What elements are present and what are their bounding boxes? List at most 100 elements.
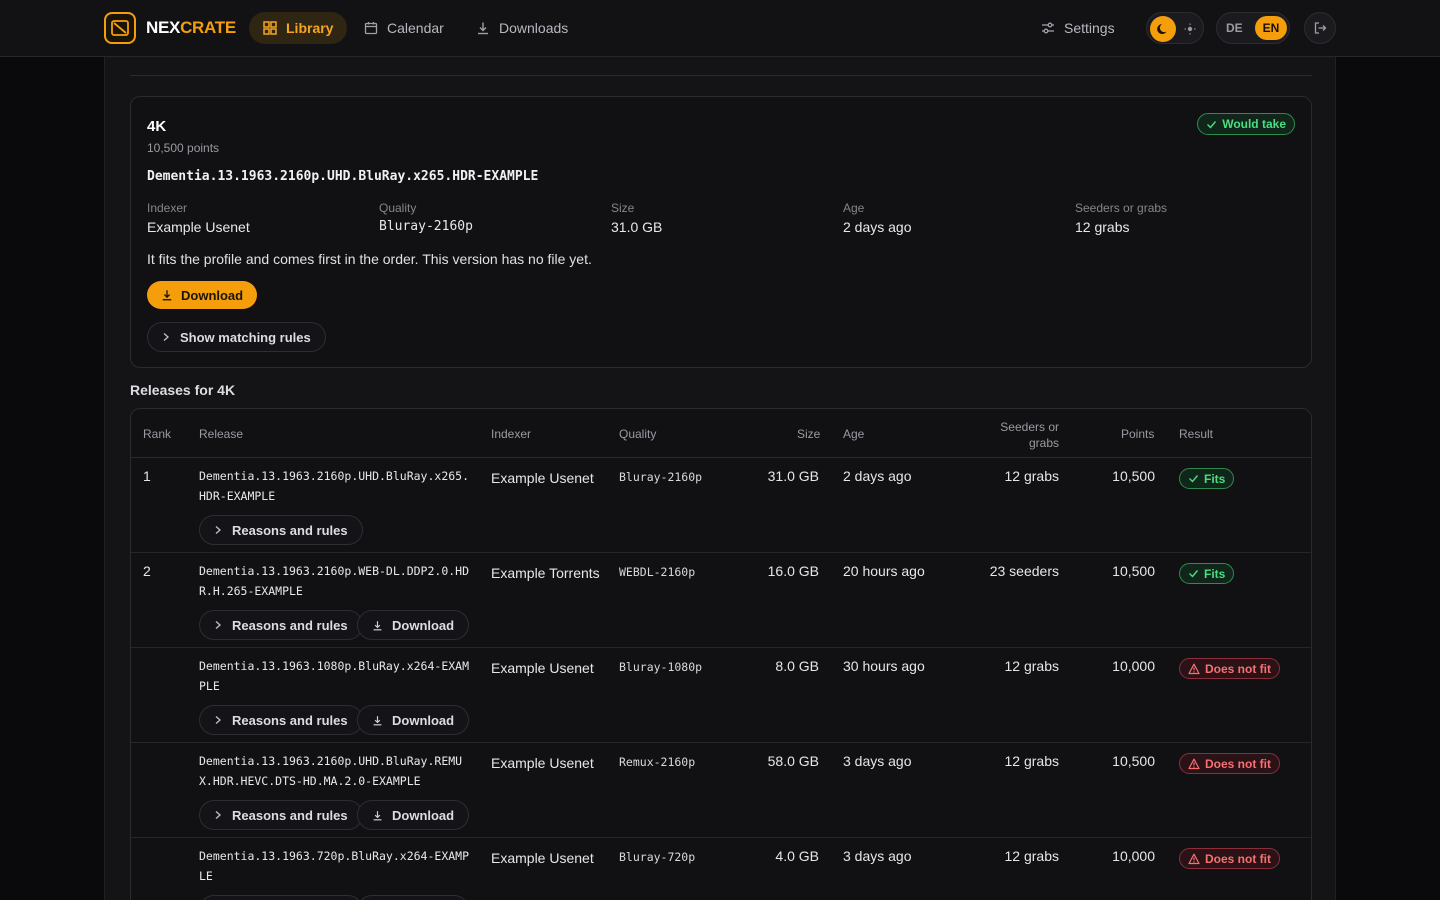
- meta-label: Seeders or grabs: [1075, 201, 1168, 215]
- chevron-right-icon: [215, 526, 221, 534]
- selection-explanation: It fits the profile and comes first in t…: [147, 251, 592, 267]
- row-age: 30 hours ago: [843, 658, 925, 674]
- releases-table: Rank Release Indexer Quality Size Age Se…: [130, 408, 1312, 900]
- col-header-indexer: Indexer: [491, 427, 532, 441]
- nav-library[interactable]: Library: [249, 12, 348, 44]
- row-release-name: Dementia.13.1963.2160p.UHD.BluRay.REMUX.…: [199, 754, 463, 788]
- meta-label: Size: [611, 201, 635, 215]
- language-toggle[interactable]: DE EN: [1216, 12, 1290, 44]
- download-icon: [373, 810, 382, 820]
- row-quality: Bluray-720p: [619, 850, 696, 864]
- selected-release-card: 4K 10,500 points Dementia.13.1963.2160p.…: [130, 96, 1312, 368]
- meta-label: Indexer: [147, 201, 188, 215]
- would-take-label: Would take: [1222, 117, 1286, 131]
- row-rank: 2: [143, 563, 151, 579]
- row-seeders: 12 grabs: [1004, 468, 1059, 484]
- table-row: Dementia.13.1963.2160p.UHD.BluRay.REMUX.…: [131, 743, 1311, 838]
- nav-calendar-label: Calendar: [387, 20, 444, 36]
- row-age: 2 days ago: [843, 468, 912, 484]
- profile-points: 10,500 points: [147, 141, 220, 155]
- row-size: 8.0 GB: [775, 658, 819, 674]
- selected-release-name: Dementia.13.1963.2160p.UHD.BluRay.x265.H…: [147, 169, 539, 184]
- profile-title: 4K: [147, 118, 167, 135]
- reasons-and-rules-button[interactable]: Reasons and rules: [199, 800, 363, 830]
- chevron-right-icon: [163, 333, 169, 341]
- row-size: 58.0 GB: [767, 753, 819, 769]
- row-points: 10,500: [1112, 468, 1155, 484]
- lang-de[interactable]: DE: [1226, 21, 1243, 35]
- col-header-quality: Quality: [619, 427, 657, 441]
- chevron-right-icon: [215, 621, 221, 629]
- nav-calendar[interactable]: Calendar: [350, 12, 458, 44]
- row-size: 16.0 GB: [767, 563, 819, 579]
- reasons-and-rules-button[interactable]: Reasons and rules: [199, 705, 363, 735]
- row-age: 3 days ago: [843, 848, 912, 864]
- nav-settings[interactable]: Settings: [1027, 12, 1129, 44]
- row-download-button[interactable]: Download: [357, 705, 470, 735]
- row-indexer: Example Usenet: [491, 470, 594, 486]
- table-row: Dementia.13.1963.720p.BluRay.x264-EXAMPL…: [131, 838, 1311, 900]
- col-header-release: Release: [199, 427, 244, 441]
- divider: [130, 75, 1312, 76]
- meta-value: 2 days ago: [843, 219, 912, 235]
- brand-name-part-a: NEX: [146, 18, 181, 37]
- show-matching-rules-label: Show matching rules: [180, 329, 311, 345]
- reasons-and-rules-label: Reasons and rules: [232, 712, 348, 728]
- warning-icon: [1188, 853, 1200, 864]
- moon-icon: [1150, 16, 1176, 42]
- row-result-badge: Does not fit: [1179, 848, 1280, 869]
- check-icon: [1189, 475, 1199, 483]
- meta-quality: Quality Bluray-2160p: [379, 201, 473, 234]
- row-quality: Bluray-2160p: [619, 470, 703, 484]
- show-matching-rules-button[interactable]: Show matching rules: [147, 322, 326, 352]
- nav-downloads[interactable]: Downloads: [462, 12, 582, 44]
- check-icon: [1189, 570, 1199, 578]
- brand-name[interactable]: NEXCRATE: [146, 18, 236, 38]
- app-logo-icon[interactable]: [104, 12, 136, 44]
- col-header-points: Points: [1121, 427, 1155, 441]
- table-row: Dementia.13.1963.1080p.BluRay.x264-EXAMP…: [131, 648, 1311, 743]
- row-age: 20 hours ago: [843, 563, 925, 579]
- download-icon: [373, 620, 382, 630]
- nav-downloads-label: Downloads: [499, 20, 569, 36]
- row-result-badge: Fits: [1179, 563, 1235, 584]
- releases-section-title: Releases for 4K: [130, 382, 236, 398]
- row-result-label: Does not fit: [1205, 851, 1271, 866]
- row-quality: Bluray-1080p: [619, 660, 703, 674]
- row-points: 10,000: [1112, 658, 1155, 674]
- row-download-label: Download: [392, 617, 455, 633]
- reasons-and-rules-label: Reasons and rules: [232, 522, 348, 538]
- reasons-and-rules-button[interactable]: Reasons and rules: [199, 515, 363, 545]
- row-download-button[interactable]: Download: [357, 610, 470, 640]
- meta-value: Bluray-2160p: [379, 219, 473, 234]
- row-result-badge: Fits: [1179, 468, 1235, 489]
- meta-seeders: Seeders or grabs 12 grabs: [1075, 201, 1167, 235]
- logout-button[interactable]: [1304, 12, 1336, 44]
- row-indexer: Example Usenet: [491, 755, 594, 771]
- row-seeders: 12 grabs: [1004, 658, 1059, 674]
- row-age: 3 days ago: [843, 753, 912, 769]
- row-download-label: Download: [392, 712, 455, 728]
- reasons-and-rules-label: Reasons and rules: [232, 807, 348, 823]
- warning-icon: [1188, 663, 1200, 674]
- row-release-name: Dementia.13.1963.2160p.UHD.BluRay.x265.H…: [199, 469, 470, 503]
- col-header-result: Result: [1179, 427, 1214, 441]
- warning-icon: [1188, 758, 1200, 769]
- download-button[interactable]: Download: [147, 281, 258, 309]
- reasons-and-rules-button[interactable]: Reasons and rules: [199, 610, 363, 640]
- reasons-and-rules-button[interactable]: Reasons and rules: [199, 895, 363, 900]
- row-download-button[interactable]: Download: [357, 800, 470, 830]
- chevron-right-icon: [215, 716, 221, 724]
- sun-icon: [1182, 21, 1198, 37]
- download-button-label: Download: [181, 287, 244, 303]
- check-icon: [1207, 120, 1217, 129]
- row-result-label: Does not fit: [1205, 756, 1271, 771]
- row-download-button[interactable]: Download: [357, 895, 470, 900]
- row-seeders: 12 grabs: [1004, 753, 1059, 769]
- calendar-icon: [364, 22, 378, 35]
- theme-toggle[interactable]: [1146, 12, 1204, 44]
- row-rank: 1: [143, 468, 151, 484]
- chevron-right-icon: [215, 811, 221, 819]
- lang-en[interactable]: EN: [1255, 16, 1287, 40]
- sliders-icon: [1042, 22, 1054, 34]
